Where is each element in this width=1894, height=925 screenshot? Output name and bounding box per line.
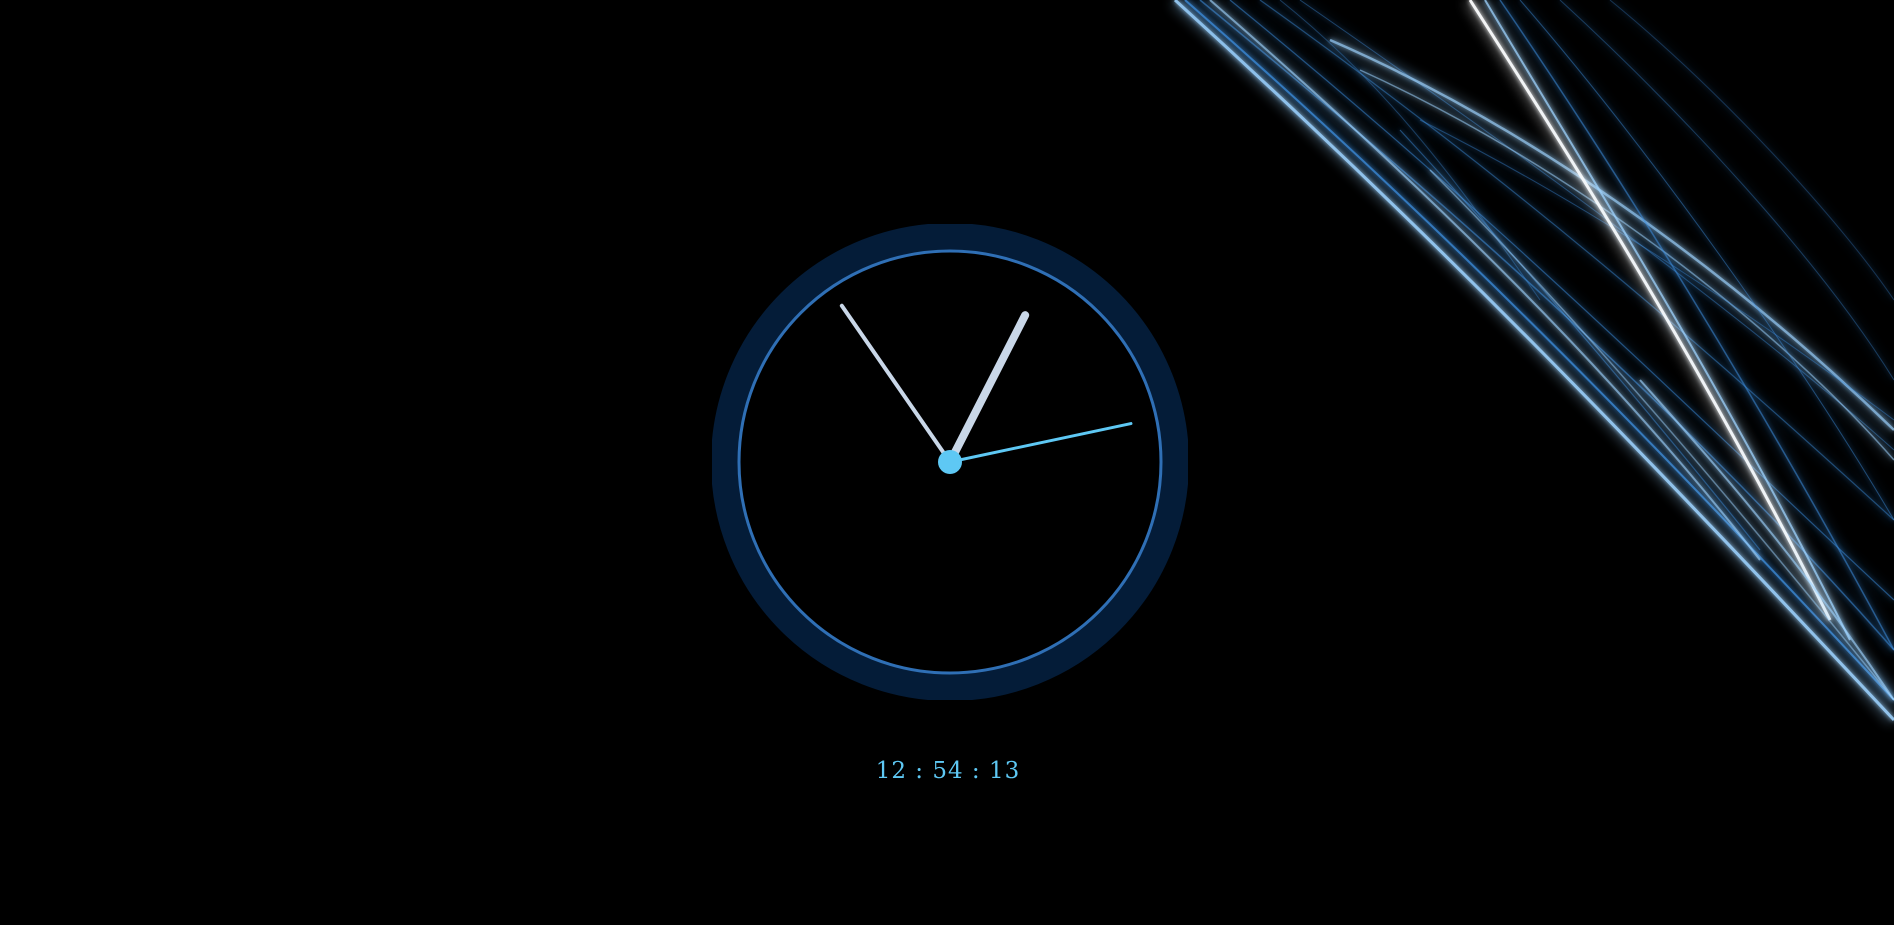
light-streak-glow [1518, 0, 1894, 522]
second-hand [948, 422, 1133, 464]
clock-center-dot [938, 450, 962, 474]
light-streak [1519, 0, 1894, 521]
analog-clock-icon [712, 224, 1188, 700]
light-streak-glow [1258, 0, 1894, 522]
streak-lines [1170, 0, 1894, 725]
hour-hand [946, 311, 1030, 466]
minute-hand [839, 303, 952, 464]
light-streak [1259, 0, 1894, 521]
digital-time-readout: 12 : 54 : 13 [875, 758, 1021, 784]
light-streak [1559, 0, 1894, 381]
screensaver-stage: 12 : 54 : 13 [0, 0, 1894, 925]
light-streak-glow [1558, 0, 1894, 382]
